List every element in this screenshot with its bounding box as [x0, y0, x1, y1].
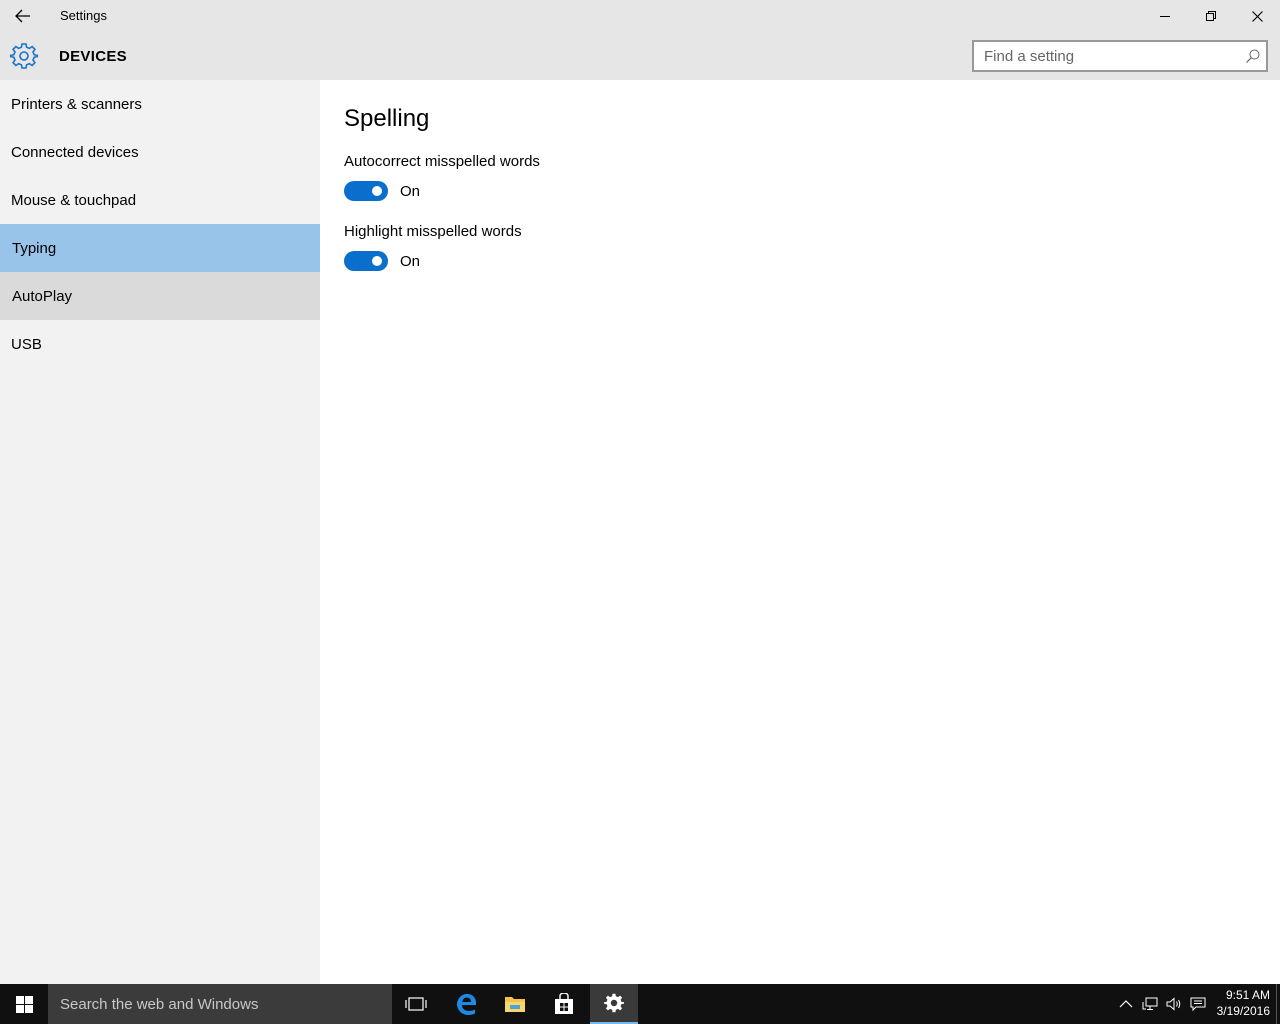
highlight-toggle[interactable] [344, 251, 388, 271]
sidebar-item-connected-devices[interactable]: Connected devices [0, 128, 320, 176]
sidebar-item-usb[interactable]: USB [0, 320, 320, 368]
show-hidden-icons-button[interactable] [1118, 996, 1134, 1012]
minimize-button[interactable] [1142, 0, 1188, 32]
taskbar: Search the web and Windows 9:51 AM 3/19/… [0, 984, 1280, 1024]
back-button[interactable] [0, 0, 46, 32]
autocorrect-toggle[interactable] [344, 181, 388, 201]
toggle-knob [372, 186, 382, 196]
clock-time: 9:51 AM [1225, 988, 1270, 1002]
settings-taskbar-button[interactable] [590, 984, 638, 1024]
close-icon [1251, 10, 1263, 22]
windows-logo-icon [15, 995, 33, 1013]
sidebar-item-label: USB [11, 335, 42, 353]
sidebar-item-mouse-touchpad[interactable]: Mouse & touchpad [0, 176, 320, 224]
sidebar-item-label: Connected devices [11, 143, 139, 161]
sidebar-item-typing[interactable]: Typing [0, 224, 320, 272]
main-content: Spelling Autocorrect misspelled words On… [320, 80, 1280, 984]
show-desktop-button[interactable] [1276, 984, 1280, 1024]
file-explorer-button[interactable] [491, 984, 539, 1024]
chevron-up-icon [1119, 1000, 1133, 1008]
restore-button[interactable] [1188, 0, 1234, 32]
action-center-button[interactable] [1190, 996, 1206, 1012]
search-icon[interactable] [1246, 49, 1260, 63]
clock-date: 3/19/2016 [1216, 1004, 1270, 1018]
close-button[interactable] [1234, 0, 1280, 32]
restore-icon [1206, 11, 1216, 21]
window-title: Settings [60, 8, 107, 23]
settings-gear-icon [604, 993, 624, 1013]
autocorrect-state: On [400, 183, 421, 200]
sidebar-item-autoplay[interactable]: AutoPlay [0, 272, 320, 320]
settings-search-box[interactable] [972, 40, 1268, 72]
sidebar: Printers & scanners Connected devices Mo… [0, 80, 320, 984]
sidebar-item-label: Printers & scanners [11, 95, 142, 113]
volume-icon [1166, 997, 1181, 1011]
system-clock[interactable]: 9:51 AM 3/19/2016 [1217, 987, 1270, 1019]
toggle-knob [372, 256, 382, 266]
network-icon [1142, 997, 1158, 1010]
highlight-state: On [400, 253, 421, 270]
volume-button[interactable] [1166, 996, 1182, 1012]
sidebar-item-label: AutoPlay [12, 287, 73, 305]
action-center-icon [1190, 997, 1206, 1011]
window-controls [1142, 0, 1280, 32]
title-bar: Settings [0, 0, 1280, 32]
task-view-icon [405, 997, 427, 1011]
minimize-icon [1160, 16, 1170, 17]
start-button[interactable] [0, 984, 48, 1024]
edge-button[interactable] [442, 984, 490, 1024]
network-button[interactable] [1142, 996, 1158, 1012]
taskbar-search-text: Search the web and Windows [60, 995, 259, 1013]
gear-icon [10, 43, 38, 69]
file-explorer-icon [505, 997, 525, 1012]
section-heading: DEVICES [59, 48, 127, 65]
sidebar-item-printers-scanners[interactable]: Printers & scanners [0, 80, 320, 128]
sidebar-item-label: Mouse & touchpad [11, 191, 137, 209]
settings-search-input[interactable] [974, 43, 1234, 69]
autocorrect-label: Autocorrect misspelled words [344, 153, 540, 170]
taskbar-search-box[interactable]: Search the web and Windows [48, 984, 392, 1024]
back-arrow-icon [15, 9, 30, 23]
task-view-button[interactable] [392, 984, 440, 1024]
page-title: Spelling [344, 105, 430, 132]
store-icon [555, 993, 573, 1014]
highlight-label: Highlight misspelled words [344, 223, 522, 240]
store-button[interactable] [540, 984, 588, 1024]
edge-icon [457, 994, 476, 1015]
sidebar-item-label: Typing [12, 239, 57, 257]
settings-header: DEVICES [0, 32, 1280, 80]
